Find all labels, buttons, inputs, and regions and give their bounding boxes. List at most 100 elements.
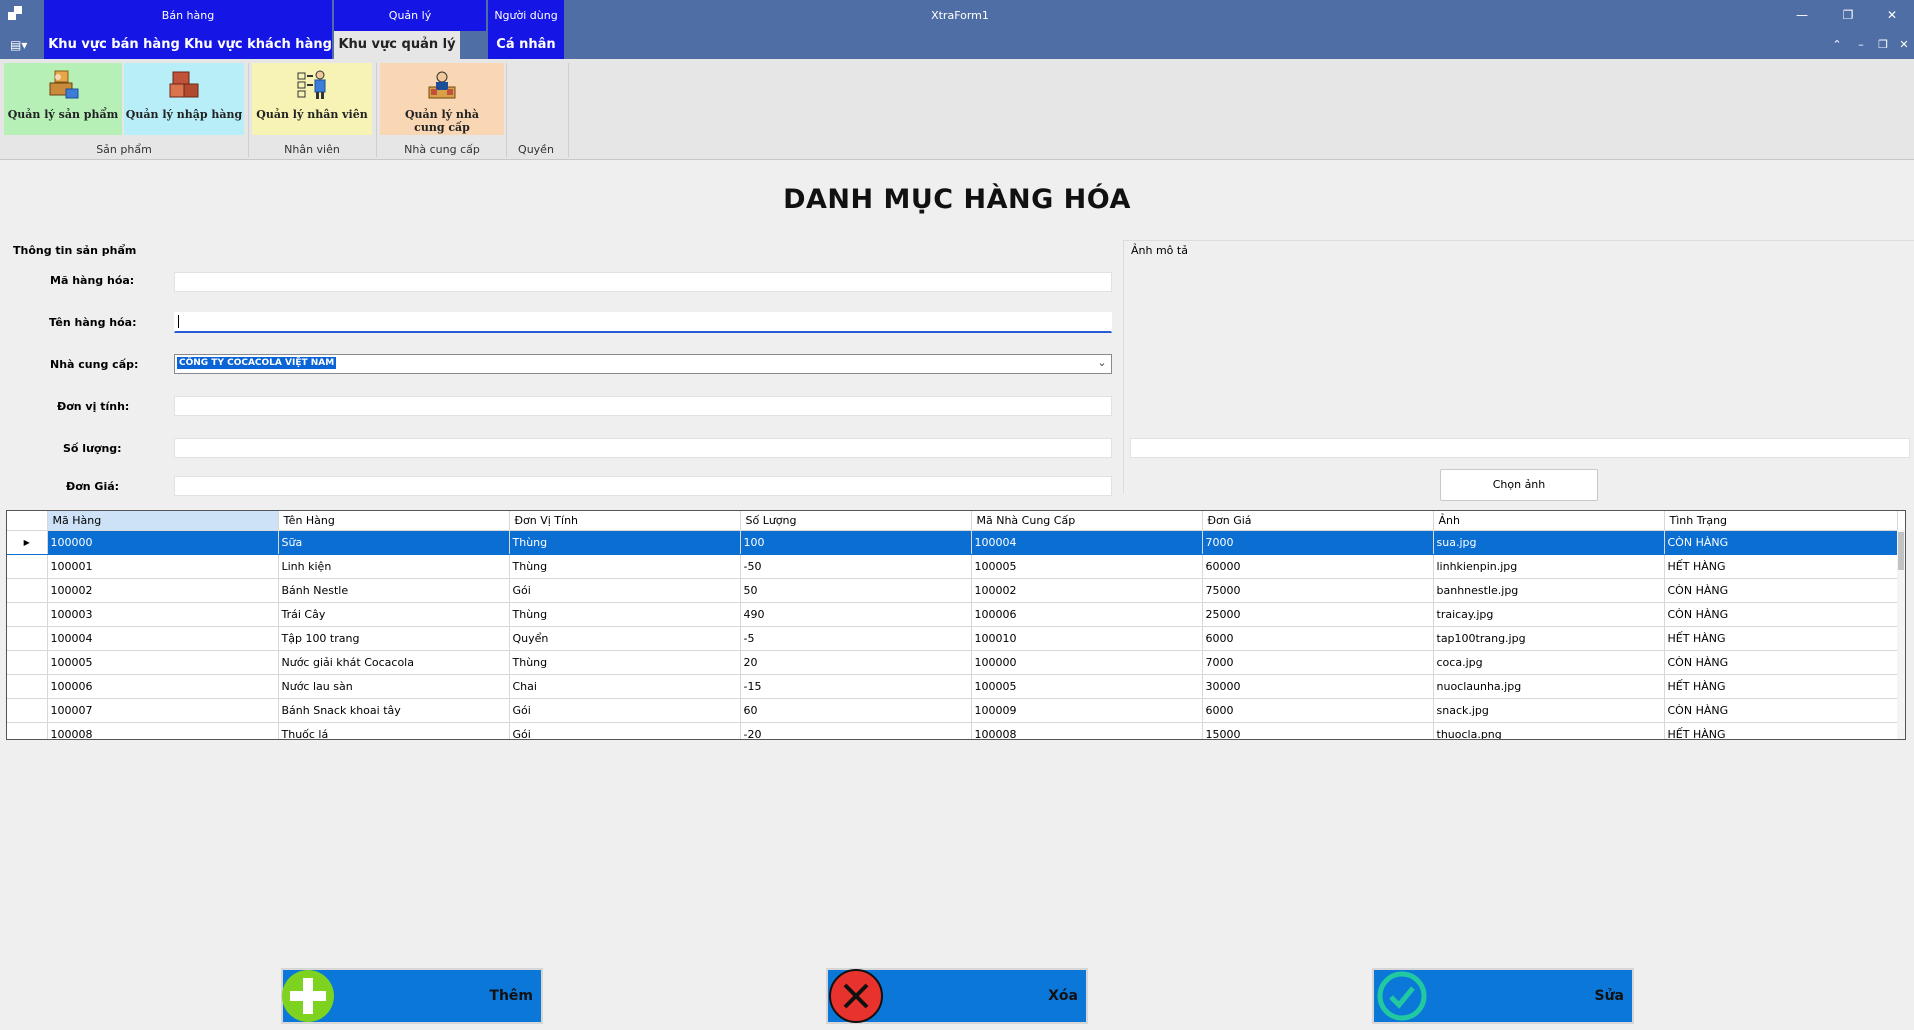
minimize-button[interactable]: — <box>1780 0 1824 31</box>
cell-anh[interactable]: thuocla.png <box>1433 722 1665 739</box>
cell-don-vi-tinh[interactable]: Gói <box>509 578 741 603</box>
row-header[interactable] <box>7 674 48 699</box>
cell-tinh-trang[interactable]: HẾT HÀNG <box>1664 626 1898 651</box>
cell-so-luong[interactable]: 490 <box>740 602 972 627</box>
cell-so-luong[interactable]: -5 <box>740 626 972 651</box>
cell-so-luong[interactable]: -50 <box>740 554 972 579</box>
ribbon-collapse-icon[interactable]: ⌃ <box>1826 31 1848 59</box>
cell-ma-nha-cung-cap[interactable]: 100000 <box>971 650 1203 675</box>
cell-ten-hang[interactable]: Trái Cây <box>278 602 510 627</box>
cell-anh[interactable]: traicay.jpg <box>1433 602 1665 627</box>
cell-don-gia[interactable]: 30000 <box>1202 674 1434 699</box>
cell-ten-hang[interactable]: Nước lau sàn <box>278 674 510 699</box>
grid-vertical-scrollbar[interactable] <box>1897 530 1905 739</box>
tab-khu-vuc-ban-hang[interactable]: Khu vực bán hàng <box>44 31 184 59</box>
table-row[interactable]: 100007 Bánh Snack khoai tây Gói 60 100009 600… <box>7 698 1898 723</box>
cell-ma-hang[interactable]: 100007 <box>47 698 279 723</box>
row-header[interactable] <box>7 626 48 651</box>
row-header[interactable] <box>7 650 48 675</box>
quan-ly-nhap-hang-button[interactable]: Quản lý nhập hàng <box>124 63 244 135</box>
row-header[interactable] <box>7 698 48 723</box>
quan-ly-san-pham-button[interactable]: Quản lý sản phẩm <box>4 63 122 135</box>
cell-ma-hang[interactable]: 100001 <box>47 554 279 579</box>
cell-ma-nha-cung-cap[interactable]: 100010 <box>971 626 1203 651</box>
chevron-down-icon[interactable]: ⌄ <box>1095 356 1109 372</box>
cell-tinh-trang[interactable]: HẾT HÀNG <box>1664 554 1898 579</box>
nha-cung-cap-select[interactable]: CÔNG TY COCACOLA VIỆT NAM ⌄ <box>174 354 1112 374</box>
xoa-button[interactable]: Xóa <box>826 968 1088 1024</box>
table-row[interactable]: 100004 Tập 100 trang Quyển -5 100010 6000 tap1… <box>7 626 1898 651</box>
column-header-tinh-trang[interactable]: Tình Trạng <box>1664 511 1898 531</box>
cell-ten-hang[interactable]: Tập 100 trang <box>278 626 510 651</box>
quan-ly-nha-cung-cap-button[interactable]: Quản lý nhà cung cấp <box>380 63 504 135</box>
column-header-ma-nha-cung-cap[interactable]: Mã Nhà Cung Cấp <box>971 511 1203 531</box>
cell-don-vi-tinh[interactable]: Chai <box>509 674 741 699</box>
quan-ly-nhan-vien-button[interactable]: Quản lý nhân viên <box>252 63 372 135</box>
cell-ma-hang[interactable]: 100003 <box>47 602 279 627</box>
them-button[interactable]: Thêm <box>281 968 543 1024</box>
table-row[interactable]: 100003 Trái Cây Thùng 490 100006 25000 traicay… <box>7 602 1898 627</box>
restore-button[interactable]: ❐ <box>1826 0 1870 31</box>
app-icon[interactable] <box>8 6 26 24</box>
mdi-minimize-button[interactable]: – <box>1850 31 1872 59</box>
column-header-don-gia[interactable]: Đơn Giá <box>1202 511 1434 531</box>
row-header[interactable] <box>7 554 48 579</box>
cell-don-vi-tinh[interactable]: Quyển <box>509 626 741 651</box>
cell-don-gia[interactable]: 60000 <box>1202 554 1434 579</box>
product-grid[interactable]: Mã Hàng Tên Hàng Đơn Vị Tính Số Lượng Mã… <box>6 510 1906 740</box>
cell-so-luong[interactable]: -15 <box>740 674 972 699</box>
cell-ma-nha-cung-cap[interactable]: 100009 <box>971 698 1203 723</box>
cell-so-luong[interactable]: -20 <box>740 722 972 739</box>
cell-ten-hang[interactable]: Sữa <box>278 530 510 555</box>
cell-ten-hang[interactable]: Thuốc lá <box>278 722 510 739</box>
don-vi-tinh-field[interactable] <box>174 396 1112 416</box>
so-luong-field[interactable] <box>174 438 1112 458</box>
cell-anh[interactable]: linhkienpin.jpg <box>1433 554 1665 579</box>
cell-don-vi-tinh[interactable]: Thùng <box>509 650 741 675</box>
mdi-restore-button[interactable]: ❐ <box>1872 31 1894 59</box>
image-path-field[interactable] <box>1130 438 1910 458</box>
cell-ma-nha-cung-cap[interactable]: 100006 <box>971 602 1203 627</box>
tab-khu-vuc-khach-hang[interactable]: Khu vực khách hàng <box>184 31 332 59</box>
row-header[interactable] <box>7 578 48 603</box>
cell-tinh-trang[interactable]: CÒN HÀNG <box>1664 650 1898 675</box>
table-row[interactable]: ▶ 100000 Sữa Thùng 100 100004 7000 sua.jpg CÒN H… <box>7 530 1898 555</box>
cell-tinh-trang[interactable]: HẾT HÀNG <box>1664 722 1898 739</box>
table-row[interactable]: 100005 Nước giải khát Cocacola Thùng 20 1000… <box>7 650 1898 675</box>
cell-ten-hang[interactable]: Nước giải khát Cocacola <box>278 650 510 675</box>
cell-ma-hang[interactable]: 100008 <box>47 722 279 739</box>
table-row[interactable]: 100006 Nước lau sàn Chai -15 100005 30000 nuoc… <box>7 674 1898 699</box>
cell-tinh-trang[interactable]: CÒN HÀNG <box>1664 530 1898 555</box>
cell-ma-hang[interactable]: 100006 <box>47 674 279 699</box>
choose-image-button[interactable]: Chọn ảnh <box>1440 469 1598 501</box>
quick-access-menu-icon[interactable]: ▤▾ <box>10 38 32 52</box>
cell-don-gia[interactable]: 6000 <box>1202 698 1434 723</box>
cell-don-vi-tinh[interactable]: Thùng <box>509 554 741 579</box>
cell-tinh-trang[interactable]: CÒN HÀNG <box>1664 602 1898 627</box>
cell-don-gia[interactable]: 25000 <box>1202 602 1434 627</box>
ten-hang-field[interactable] <box>174 312 1112 333</box>
cell-anh[interactable]: tap100trang.jpg <box>1433 626 1665 651</box>
cell-ten-hang[interactable]: Linh kiện <box>278 554 510 579</box>
cell-don-vi-tinh[interactable]: Thùng <box>509 602 741 627</box>
row-header[interactable] <box>7 602 48 627</box>
cell-tinh-trang[interactable]: CÒN HÀNG <box>1664 698 1898 723</box>
column-header-don-vi-tinh[interactable]: Đơn Vị Tính <box>509 511 741 531</box>
cell-ten-hang[interactable]: Bánh Snack khoai tây <box>278 698 510 723</box>
cell-ten-hang[interactable]: Bánh Nestle <box>278 578 510 603</box>
cell-ma-nha-cung-cap[interactable]: 100005 <box>971 554 1203 579</box>
current-row-indicator-icon[interactable]: ▶ <box>7 530 48 555</box>
cell-don-gia[interactable]: 7000 <box>1202 650 1434 675</box>
table-row[interactable]: 100008 Thuốc lá Gói -20 100008 15000 thuocla.p… <box>7 722 1898 739</box>
cell-don-gia[interactable]: 75000 <box>1202 578 1434 603</box>
cell-don-gia[interactable]: 15000 <box>1202 722 1434 739</box>
ma-hang-field[interactable] <box>174 272 1112 292</box>
scrollbar-thumb[interactable] <box>1898 532 1904 570</box>
row-header[interactable] <box>7 722 48 739</box>
cell-don-vi-tinh[interactable]: Gói <box>509 722 741 739</box>
cell-don-gia[interactable]: 6000 <box>1202 626 1434 651</box>
cell-anh[interactable]: sua.jpg <box>1433 530 1665 555</box>
cell-ma-nha-cung-cap[interactable]: 100002 <box>971 578 1203 603</box>
cell-tinh-trang[interactable]: HẾT HÀNG <box>1664 674 1898 699</box>
column-header-anh[interactable]: Ảnh <box>1433 511 1665 531</box>
